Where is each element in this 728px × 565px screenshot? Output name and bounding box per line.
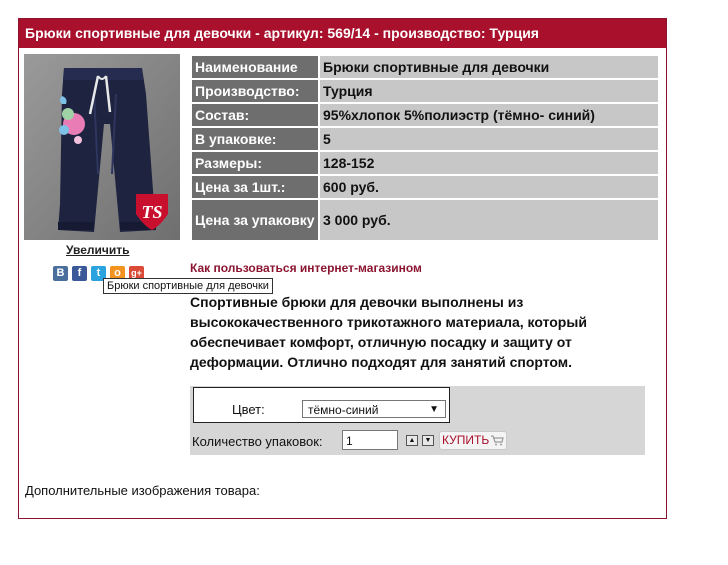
spec-row: Наименование Брюки спортивные для девочк… <box>192 56 658 78</box>
spec-value: 3 000 руб. <box>320 200 658 240</box>
zoom-link[interactable]: Увеличить <box>66 243 130 257</box>
spec-row: Производство: Турция <box>192 80 658 102</box>
chevron-down-icon: ▼ <box>429 404 439 415</box>
spec-row: Состав: 95%хлопок 5%полиэстр (тёмно- син… <box>192 104 658 126</box>
product-description: Спортивные брюки для девочки выполнены и… <box>190 294 587 370</box>
product-title-bar: Брюки спортивные для девочки - артикул: … <box>19 19 666 48</box>
spec-value: 128-152 <box>320 152 658 174</box>
spec-key: Состав: <box>192 104 318 126</box>
color-select-value: тёмно-синий <box>308 403 379 417</box>
spec-value: 5 <box>320 128 658 150</box>
spec-value: Турция <box>320 80 658 102</box>
extra-images-label: Дополнительные изображения товара: <box>25 483 260 498</box>
decrement-icon[interactable]: ▼ <box>422 435 434 446</box>
color-selector-box: Цвет: тёмно-синий ▼ <box>193 387 450 423</box>
color-select[interactable]: тёмно-синий ▼ <box>302 400 446 418</box>
spec-row: Цена за упаковку 3 000 руб. <box>192 200 658 240</box>
brand-badge-text: TS <box>141 202 162 222</box>
color-label: Цвет: <box>232 402 265 417</box>
quantity-label: Количество упаковок: <box>192 434 323 449</box>
spec-key: Производство: <box>192 80 318 102</box>
increment-icon[interactable]: ▲ <box>406 435 418 446</box>
help-link[interactable]: Как пользоваться интернет-магазином <box>190 261 422 275</box>
spec-value: 600 руб. <box>320 176 658 198</box>
spec-row: Размеры: 128-152 <box>192 152 658 174</box>
cart-icon <box>491 435 504 446</box>
vk-icon[interactable]: B <box>53 266 68 281</box>
pants-image: TS <box>24 54 180 240</box>
buy-button-label: КУПИТЬ <box>442 433 490 447</box>
spec-key: Размеры: <box>192 152 318 174</box>
order-panel: Цвет: тёмно-синий ▼ Количество упаковок:… <box>190 386 645 455</box>
facebook-icon[interactable]: f <box>72 266 87 281</box>
spec-value: Брюки спортивные для девочки <box>320 56 658 78</box>
product-specs-table: Наименование Брюки спортивные для девочк… <box>190 54 660 242</box>
spec-row: В упаковке: 5 <box>192 128 658 150</box>
product-photo[interactable]: TS <box>24 54 180 240</box>
spec-key: В упаковке: <box>192 128 318 150</box>
spec-key: Цена за упаковку <box>192 200 318 240</box>
spec-key: Цена за 1шт.: <box>192 176 318 198</box>
quantity-input[interactable]: 1 <box>342 430 398 450</box>
product-card: Брюки спортивные для девочки - артикул: … <box>18 18 667 519</box>
spec-value: 95%хлопок 5%полиэстр (тёмно- синий) <box>320 104 658 126</box>
spec-key: Наименование <box>192 56 318 78</box>
buy-button[interactable]: КУПИТЬ <box>439 431 508 450</box>
spec-row: Цена за 1шт.: 600 руб. <box>192 176 658 198</box>
